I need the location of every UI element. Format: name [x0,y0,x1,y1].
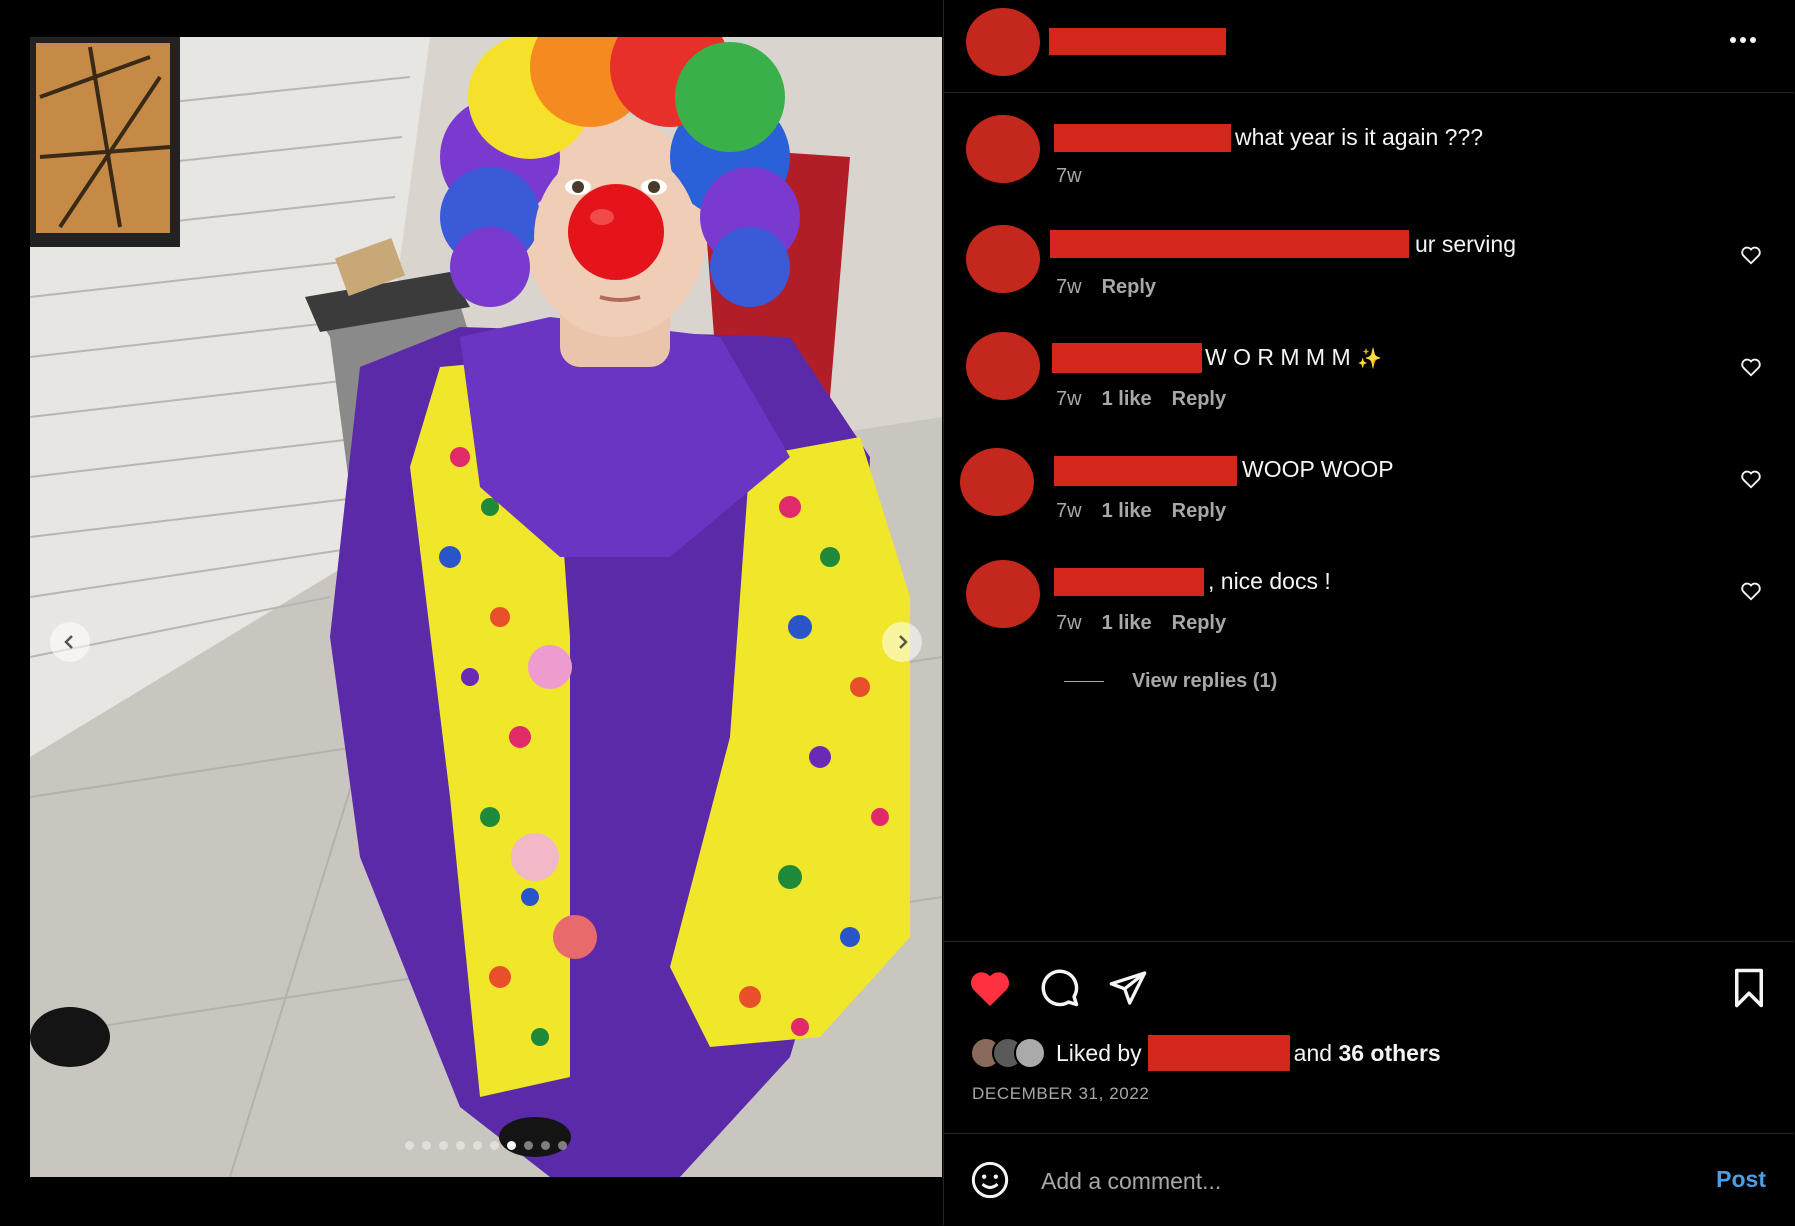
view-replies-button[interactable]: View replies (1) [1064,670,1277,693]
like-comment-heart-icon[interactable] [1740,244,1762,266]
like-comment-heart-icon[interactable] [1740,356,1762,378]
liker-avatar[interactable] [1014,1037,1046,1069]
author-avatar[interactable] [966,8,1040,76]
likes-summary: Liked by and 36 others [970,1035,1441,1071]
post-media[interactable] [30,37,942,1177]
commenter-username-redacted[interactable] [1054,456,1237,486]
liked-by-label: Liked by [1056,1039,1142,1066]
comment-likes[interactable]: 1 like [1102,612,1152,635]
comment-time: 7w [1056,388,1082,410]
share-icon[interactable] [1108,968,1148,1008]
author-username-redacted[interactable] [1049,28,1226,55]
comment-input[interactable] [1039,1160,1663,1202]
commenter-username-redacted[interactable] [1054,568,1204,596]
comment-time: 7w [1056,276,1082,298]
comment-text-body: nice docs ! [1220,568,1331,594]
comment-text: W O R M M M ✨ [1205,344,1382,371]
more-icon[interactable] [1728,30,1758,50]
carousel-dot[interactable] [439,1141,448,1150]
reply-button[interactable]: Reply [1172,612,1226,635]
post-actions: Liked by and 36 others DECEMBER 31, 2022 [944,941,1794,1132]
comment-likes[interactable]: 1 like [1102,388,1152,411]
comment-meta: 7w 1 like Reply [1056,500,1226,523]
post-viewer: what year is it again ??? 7w ur serving … [0,0,1795,1225]
commenter-avatar[interactable] [960,448,1034,516]
comment-meta: 7w [1056,165,1082,188]
carousel-dot[interactable] [507,1141,516,1150]
others-count-link[interactable]: 36 others [1338,1040,1440,1067]
comment-likes[interactable]: 1 like [1102,500,1152,523]
post-comment-button[interactable]: Post [1716,1166,1766,1193]
like-comment-heart-icon[interactable] [1740,580,1762,602]
post-header [944,0,1794,93]
heart-icon[interactable] [968,968,1012,1008]
sparkles-emoji: ✨ [1357,348,1382,370]
commenter-avatar[interactable] [966,560,1040,628]
commenter-avatar[interactable] [966,115,1040,183]
carousel-dot[interactable] [473,1141,482,1150]
liker-username-redacted[interactable] [1147,1035,1290,1071]
add-comment-bar: Post [944,1133,1794,1226]
carousel-dot[interactable] [422,1141,431,1150]
emoji-icon[interactable] [970,1160,1010,1200]
comment-meta: 7w Reply [1056,276,1156,299]
comment-text: what year is it again ??? [1235,124,1484,150]
post-side-panel: what year is it again ??? 7w ur serving … [943,0,1795,1225]
carousel-dot[interactable] [490,1141,499,1150]
post-date: DECEMBER 31, 2022 [972,1084,1150,1103]
next-photo-button[interactable] [882,622,922,662]
carousel-dot[interactable] [541,1141,550,1150]
commenter-username-redacted[interactable] [1054,124,1231,152]
chevron-right-icon [899,635,908,649]
comment-text: , nice docs ! [1208,568,1331,594]
previous-photo-button[interactable] [50,622,90,662]
comment-text: ur serving [1415,231,1516,257]
reply-button[interactable]: Reply [1172,500,1226,523]
chevron-left-icon [64,635,73,649]
commenter-username-redacted[interactable] [1052,343,1202,373]
commenter-username-redacted[interactable] [1050,230,1409,258]
like-comment-heart-icon[interactable] [1740,468,1762,490]
carousel-dot[interactable] [524,1141,533,1150]
comment-meta: 7w 1 like Reply [1056,388,1226,411]
comment-time: 7w [1056,500,1082,522]
view-replies-line [1064,681,1104,682]
comment-text: WOOP WOOP [1242,456,1394,482]
comment-time: 7w [1056,165,1082,187]
comment-time: 7w [1056,612,1082,634]
bookmark-icon[interactable] [1730,967,1768,1009]
and-label: and [1293,1039,1333,1066]
carousel-dot[interactable] [558,1141,567,1150]
comment-text-body: W O R M M M [1205,344,1351,370]
post-photo [30,37,942,1177]
reply-button[interactable]: Reply [1172,388,1226,411]
carousel-indicators [30,1141,942,1150]
carousel-dot[interactable] [456,1141,465,1150]
comment-icon[interactable] [1038,966,1080,1008]
view-replies-label: View replies (1) [1132,670,1278,692]
carousel-dot[interactable] [405,1141,414,1150]
comment-meta: 7w 1 like Reply [1056,612,1226,635]
commenter-avatar[interactable] [966,332,1040,400]
commenter-avatar[interactable] [966,225,1040,293]
reply-button[interactable]: Reply [1102,276,1156,299]
